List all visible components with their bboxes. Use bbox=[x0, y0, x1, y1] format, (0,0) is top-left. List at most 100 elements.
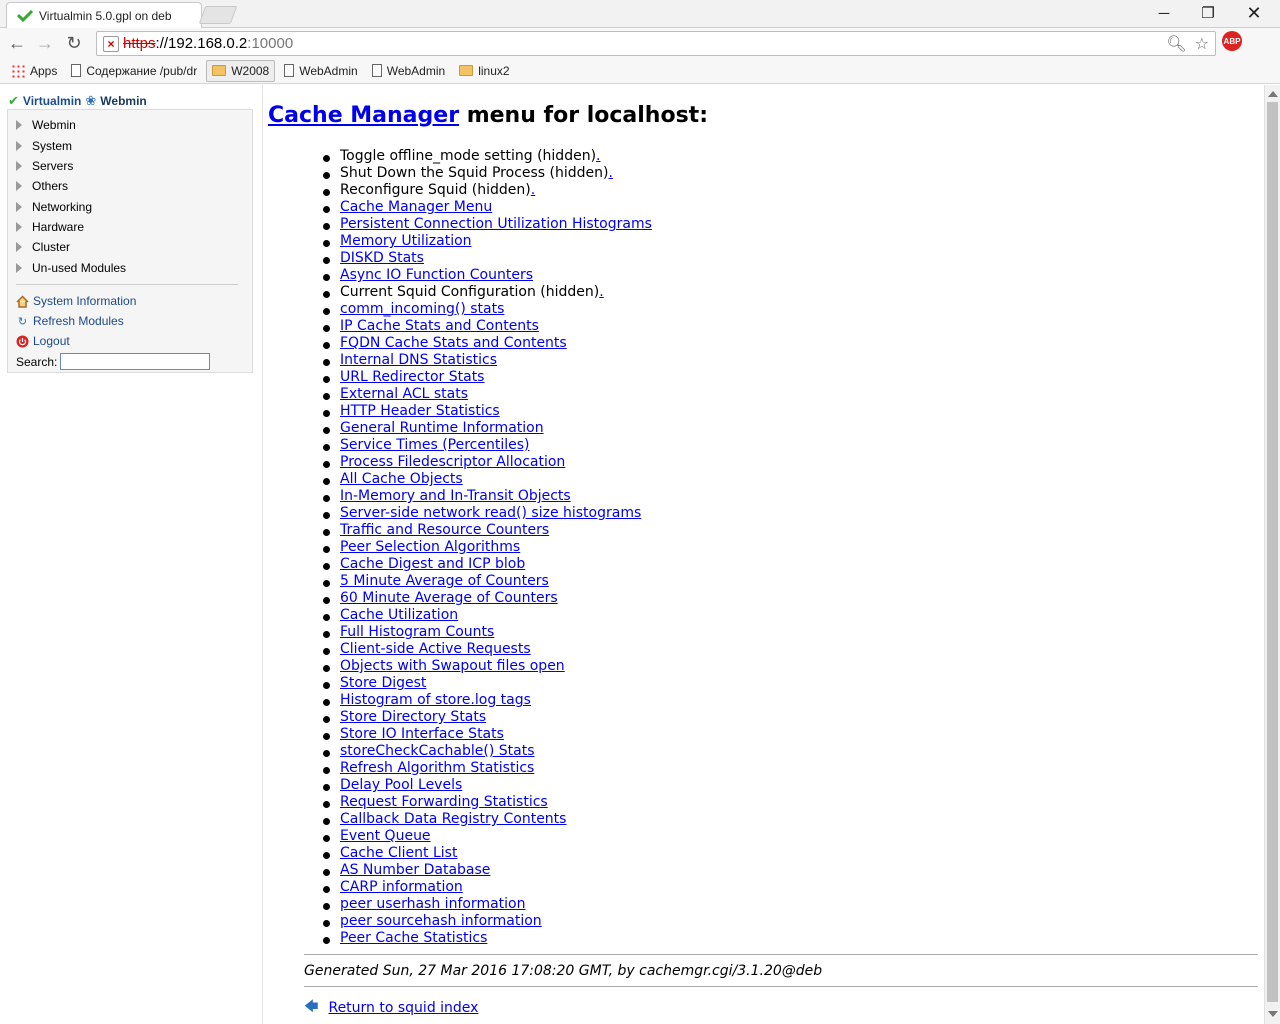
menu-item[interactable]: peer sourcehash information bbox=[305, 913, 652, 930]
menu-item[interactable]: Callback Data Registry Contents bbox=[305, 811, 652, 828]
menu-item[interactable]: peer userhash information bbox=[305, 896, 652, 913]
menu-item-link[interactable]: DISKD Stats bbox=[340, 250, 424, 266]
menu-item[interactable]: URL Redirector Stats bbox=[305, 369, 652, 386]
menu-item-link[interactable]: Cache Utilization bbox=[340, 607, 458, 623]
search-input[interactable] bbox=[60, 353, 211, 370]
webmin-tab[interactable]: Webmin bbox=[100, 94, 146, 108]
menu-item-link[interactable]: Peer Cache Statistics bbox=[340, 930, 487, 946]
menu-item-link[interactable]: Full Histogram Counts bbox=[340, 624, 494, 640]
menu-item[interactable]: Store Directory Stats bbox=[305, 709, 652, 726]
menu-item[interactable]: storeCheckCachable() Stats bbox=[305, 743, 652, 760]
bookmark-item[interactable]: WebAdmin bbox=[367, 60, 450, 82]
menu-item-link[interactable]: Callback Data Registry Contents bbox=[340, 811, 566, 827]
menu-item[interactable]: HTTP Header Statistics bbox=[305, 403, 652, 420]
menu-item-link[interactable]: URL Redirector Stats bbox=[340, 369, 484, 385]
menu-item-link[interactable]: All Cache Objects bbox=[340, 471, 463, 487]
menu-item[interactable]: In-Memory and In-Transit Objects bbox=[305, 488, 652, 505]
menu-item-link[interactable]: Cache Digest and ICP blob bbox=[340, 556, 525, 572]
menu-item-link[interactable]: FQDN Cache Stats and Contents bbox=[340, 335, 567, 351]
menu-item-link[interactable]: peer sourcehash information bbox=[340, 913, 542, 929]
menu-item[interactable]: AS Number Database bbox=[305, 862, 652, 879]
menu-item-link[interactable]: comm_incoming() stats bbox=[340, 301, 504, 317]
menu-item-dot-link[interactable]: . bbox=[531, 182, 535, 198]
menu-item[interactable]: 5 Minute Average of Counters bbox=[305, 573, 652, 590]
menu-item[interactable]: All Cache Objects bbox=[305, 471, 652, 488]
menu-item[interactable]: Event Queue bbox=[305, 828, 652, 845]
menu-item-link[interactable]: HTTP Header Statistics bbox=[340, 403, 500, 419]
menu-item-link[interactable]: Delay Pool Levels bbox=[340, 777, 462, 793]
menu-item-dot-link[interactable]: . bbox=[599, 284, 603, 300]
menu-item-link[interactable]: Memory Utilization bbox=[340, 233, 472, 249]
menu-item-link[interactable]: Store Directory Stats bbox=[340, 709, 486, 725]
menu-item-link[interactable]: Refresh Algorithm Statistics bbox=[340, 760, 534, 776]
virtualmin-tab[interactable]: Virtualmin bbox=[23, 94, 81, 108]
menu-item[interactable]: comm_incoming() stats bbox=[305, 301, 652, 318]
category-servers[interactable]: Servers bbox=[16, 159, 73, 173]
menu-item-link[interactable]: Peer Selection Algorithms bbox=[340, 539, 520, 555]
menu-item-link[interactable]: Event Queue bbox=[340, 828, 431, 844]
menu-item[interactable]: CARP information bbox=[305, 879, 652, 896]
menu-item-link[interactable]: Process Filedescriptor Allocation bbox=[340, 454, 565, 470]
new-tab-button[interactable] bbox=[198, 6, 238, 24]
category-hardware[interactable]: Hardware bbox=[16, 220, 84, 234]
menu-item-link[interactable]: Internal DNS Statistics bbox=[340, 352, 497, 368]
maximize-button[interactable]: ❐ bbox=[1186, 2, 1230, 24]
menu-item-link[interactable]: In-Memory and In-Transit Objects bbox=[340, 488, 571, 504]
menu-item[interactable]: Memory Utilization bbox=[305, 233, 652, 250]
system-information-link[interactable]: System Information bbox=[16, 294, 136, 308]
category-others[interactable]: Others bbox=[16, 179, 68, 193]
menu-item[interactable]: Server-side network read() size histogra… bbox=[305, 505, 652, 522]
menu-item[interactable]: DISKD Stats bbox=[305, 250, 652, 267]
star-icon[interactable]: ☆ bbox=[1195, 34, 1209, 54]
menu-item-link[interactable]: 5 Minute Average of Counters bbox=[340, 573, 549, 589]
insecure-lock-icon[interactable]: × bbox=[103, 35, 119, 52]
menu-item-dot-link[interactable]: . bbox=[596, 148, 600, 164]
menu-item[interactable]: Cache Manager Menu bbox=[305, 199, 652, 216]
zoom-icon[interactable]: 🔍︎ bbox=[1166, 34, 1186, 54]
menu-item[interactable]: Cache Utilization bbox=[305, 607, 652, 624]
menu-item[interactable]: Peer Selection Algorithms bbox=[305, 539, 652, 556]
menu-item-link[interactable]: storeCheckCachable() Stats bbox=[340, 743, 534, 759]
return-to-squid-index-link[interactable]: Return to squid index bbox=[328, 1000, 478, 1016]
scroll-up-arrow-icon[interactable] bbox=[1268, 91, 1278, 97]
menu-item[interactable]: Persistent Connection Utilization Histog… bbox=[305, 216, 652, 233]
refresh-modules-link[interactable]: ↻ Refresh Modules bbox=[16, 314, 124, 328]
menu-item-link[interactable]: Histogram of store.log tags bbox=[340, 692, 531, 708]
bookmark-folder[interactable]: linux2 bbox=[454, 60, 514, 82]
menu-item-link[interactable]: Traffic and Resource Counters bbox=[340, 522, 549, 538]
menu-item[interactable]: FQDN Cache Stats and Contents bbox=[305, 335, 652, 352]
cache-manager-link[interactable]: Cache Manager bbox=[268, 103, 459, 128]
menu-item[interactable]: Objects with Swapout files open bbox=[305, 658, 652, 675]
menu-item-link[interactable]: Service Times (Percentiles) bbox=[340, 437, 530, 453]
menu-item[interactable]: Refresh Algorithm Statistics bbox=[305, 760, 652, 777]
menu-item[interactable]: Async IO Function Counters bbox=[305, 267, 652, 284]
category-unused-modules[interactable]: Un-used Modules bbox=[16, 261, 126, 275]
menu-item[interactable]: Cache Digest and ICP blob bbox=[305, 556, 652, 573]
menu-item-link[interactable]: Cache Client List bbox=[340, 845, 457, 861]
menu-item[interactable]: Client-side Active Requests bbox=[305, 641, 652, 658]
browser-tab[interactable]: Virtualmin 5.0.gpl on deb bbox=[6, 2, 202, 28]
menu-item[interactable]: Peer Cache Statistics bbox=[305, 930, 652, 947]
adblock-icon[interactable]: ABP bbox=[1222, 31, 1242, 51]
bookmark-folder[interactable]: W2008 bbox=[206, 59, 276, 82]
logout-link[interactable]: Logout bbox=[16, 334, 70, 348]
back-arrow-icon[interactable]: ← bbox=[6, 32, 28, 54]
vertical-scrollbar[interactable] bbox=[1264, 85, 1280, 1024]
bookmark-item[interactable]: WebAdmin bbox=[279, 60, 362, 82]
menu-item-link[interactable]: Store Digest bbox=[340, 675, 426, 691]
menu-item-link[interactable]: Request Forwarding Statistics bbox=[340, 794, 548, 810]
menu-item-link[interactable]: AS Number Database bbox=[340, 862, 490, 878]
close-button[interactable]: ✕ bbox=[1232, 2, 1276, 24]
menu-item[interactable]: Delay Pool Levels bbox=[305, 777, 652, 794]
left-arrow-icon[interactable]: 🡄︎ bbox=[304, 996, 318, 1020]
menu-item-link[interactable]: 60 Minute Average of Counters bbox=[340, 590, 558, 606]
menu-item[interactable]: Cache Client List bbox=[305, 845, 652, 862]
menu-item-dot-link[interactable]: . bbox=[609, 165, 613, 181]
menu-item[interactable]: 60 Minute Average of Counters bbox=[305, 590, 652, 607]
menu-item[interactable]: Store IO Interface Stats bbox=[305, 726, 652, 743]
menu-item-link[interactable]: Store IO Interface Stats bbox=[340, 726, 504, 742]
menu-item[interactable]: Traffic and Resource Counters bbox=[305, 522, 652, 539]
scroll-down-arrow-icon[interactable] bbox=[1268, 1011, 1278, 1017]
menu-item-link[interactable]: IP Cache Stats and Contents bbox=[340, 318, 539, 334]
bookmark-apps[interactable]: Apps bbox=[6, 60, 62, 82]
